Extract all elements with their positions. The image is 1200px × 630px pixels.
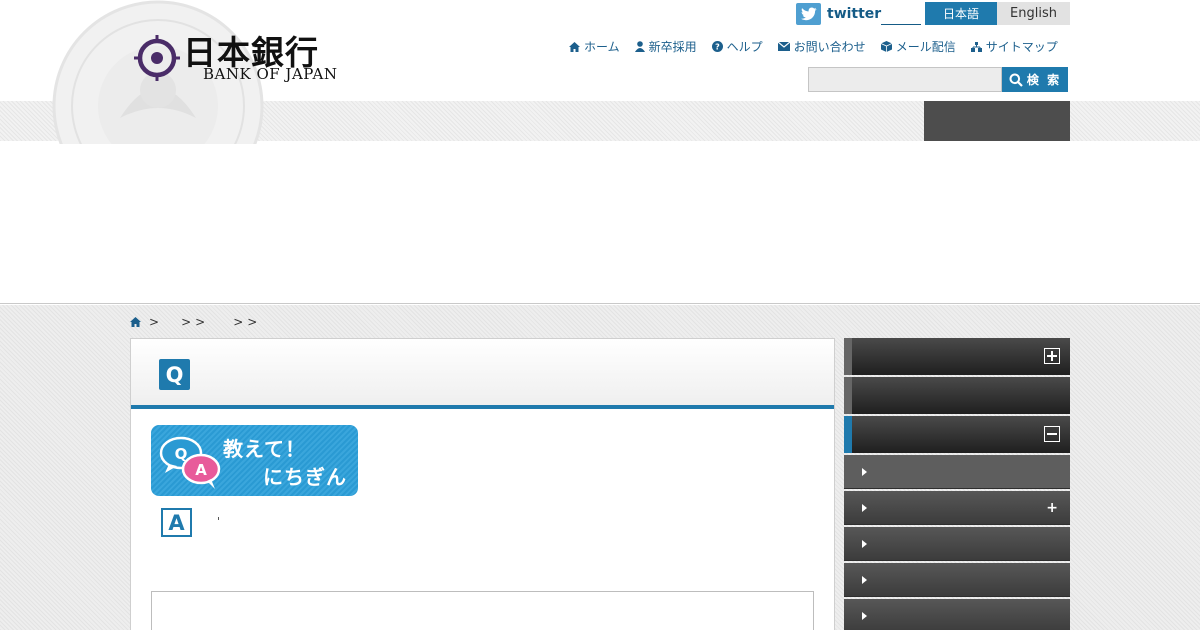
site-search: 検 索	[808, 67, 1068, 92]
caret-right-icon	[862, 612, 867, 620]
breadcrumb-separator: >	[233, 315, 244, 329]
sitemap-icon	[970, 41, 982, 52]
side-sub-item[interactable]	[844, 527, 1070, 561]
nav-home-label: ホーム	[584, 40, 620, 54]
nav-help-link[interactable]: ? ヘルプ	[711, 38, 763, 55]
qa-banner-line2: にちぎん	[263, 465, 347, 489]
mail-icon	[777, 42, 790, 51]
box-icon	[880, 41, 892, 52]
search-button-label: 検 索	[1026, 73, 1062, 87]
faq-article: Q Q A 教えて！ にちぎん A	[130, 338, 835, 630]
boj-emblem-icon	[134, 35, 180, 81]
side-section-2[interactable]	[844, 377, 1070, 414]
qa-banner-line1: 教えて！	[223, 437, 306, 461]
caret-right-icon	[862, 468, 867, 476]
logo-english-text: BANK OF JAPAN	[203, 65, 338, 83]
nav-help-label: ヘルプ	[726, 40, 763, 54]
nav-recruit-label: 新卒採用	[648, 40, 697, 54]
answer-mark-badge: A	[161, 508, 192, 537]
question-header: Q	[131, 339, 834, 409]
nav-mail-delivery-link[interactable]: メール配信	[880, 38, 956, 55]
side-sub-item[interactable]	[844, 599, 1070, 630]
side-navigation: +	[844, 338, 1070, 630]
side-sub-item-current[interactable]	[844, 455, 1070, 489]
expand-plus-icon[interactable]: +	[1046, 500, 1058, 516]
breadcrumb-separator: >	[247, 315, 258, 329]
breadcrumb-separator: >	[181, 315, 192, 329]
plus-square-icon[interactable]	[1044, 348, 1060, 364]
twitter-underline	[881, 3, 922, 25]
question-mark-badge: Q	[159, 359, 190, 390]
search-input[interactable]	[808, 67, 1002, 92]
twitter-link[interactable]: twitter	[796, 2, 922, 25]
nav-sitemap-link[interactable]: サイトマップ	[970, 38, 1058, 55]
breadcrumb-separator: >	[195, 315, 206, 329]
oshiete-nichigin-banner[interactable]: Q A 教えて！ にちぎん	[151, 425, 358, 496]
global-nav-bar	[0, 101, 1200, 141]
answer-content-box	[151, 591, 814, 630]
global-nav-active-item[interactable]	[924, 101, 1070, 141]
person-icon	[634, 41, 645, 52]
nav-sitemap-label: サイトマップ	[985, 40, 1058, 54]
nav-contact-link[interactable]: お問い合わせ	[777, 38, 866, 55]
breadcrumb-home-icon[interactable]	[130, 317, 141, 327]
search-icon	[1009, 73, 1023, 87]
nav-recruit-link[interactable]: 新卒採用	[634, 38, 697, 55]
caret-right-icon	[862, 504, 867, 512]
nav-contact-label: お問い合わせ	[793, 40, 866, 54]
side-section-3[interactable]	[844, 416, 1070, 453]
language-english-button[interactable]: English	[997, 2, 1070, 25]
caret-right-icon	[862, 540, 867, 548]
side-sub-item[interactable]: +	[844, 491, 1070, 525]
twitter-label: twitter	[827, 5, 882, 22]
utility-nav: ホーム 新卒採用 ? ヘルプ お問い合わせ メール配信 サイトマップ	[569, 38, 1058, 55]
breadcrumb: > > > > >	[130, 315, 259, 329]
nav-mail-delivery-label: メール配信	[895, 40, 956, 54]
qa-bubble-a: A	[195, 461, 207, 479]
qa-bubble-q: Q	[175, 445, 188, 463]
nav-home-link[interactable]: ホーム	[569, 38, 620, 55]
content-banner-area	[0, 141, 1200, 304]
bank-of-japan-logo[interactable]: 日本銀行 BANK OF JAPAN	[133, 33, 343, 87]
help-icon: ?	[711, 41, 723, 52]
home-icon	[569, 41, 580, 52]
svg-text:?: ?	[715, 43, 720, 52]
caret-right-icon	[862, 576, 867, 584]
side-sub-item[interactable]	[844, 563, 1070, 597]
side-section-1[interactable]	[844, 338, 1070, 375]
language-switcher: 日本語 English	[925, 2, 1070, 25]
qa-bubbles-icon: Q A	[159, 436, 221, 489]
twitter-bird-icon	[796, 2, 821, 25]
search-button[interactable]: 検 索	[1002, 67, 1068, 92]
minus-square-icon[interactable]	[1044, 426, 1060, 442]
answer-text-fragment	[218, 517, 219, 520]
breadcrumb-separator: >	[149, 315, 160, 329]
language-japanese-button[interactable]: 日本語	[925, 2, 997, 25]
site-header: 日本銀行 BANK OF JAPAN twitter 日本語 English ホ…	[0, 0, 1200, 144]
